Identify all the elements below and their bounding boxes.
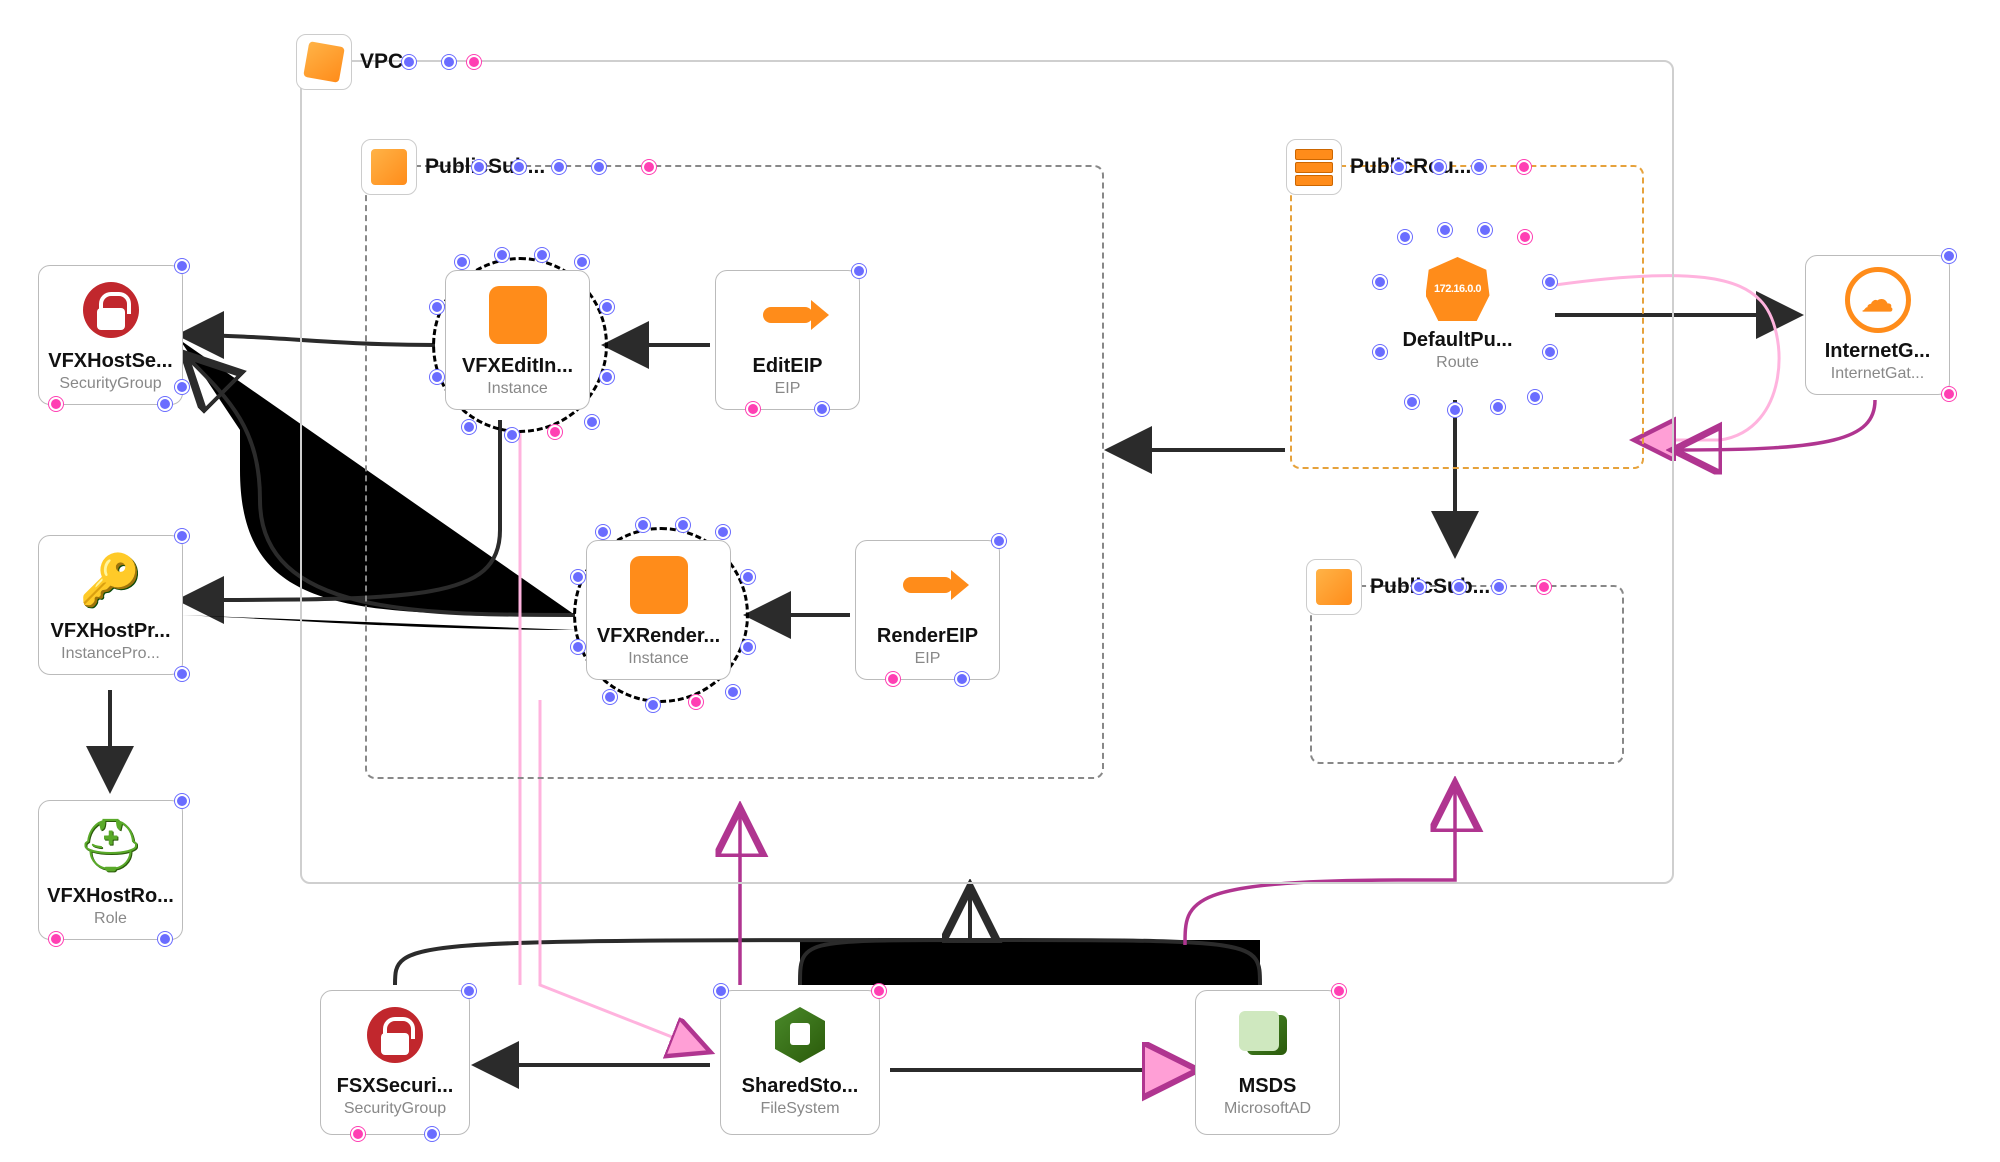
igw-icon: ☁: [1845, 267, 1911, 333]
node-title: MSDS: [1239, 1075, 1297, 1098]
node-default-public-route[interactable]: 172.16.0.0 DefaultPu... Route: [1385, 245, 1530, 385]
group-route-table-title: PublicRou...: [1350, 155, 1471, 179]
node-subtitle: EIP: [915, 650, 941, 668]
node-vfx-render-instance[interactable]: VFXRender... Instance: [586, 540, 731, 680]
node-subtitle: InternetGat...: [1831, 365, 1924, 383]
group-vpc-title: VPC: [360, 50, 403, 74]
lock-icon: [367, 1007, 423, 1063]
fsx-icon: [775, 1007, 825, 1063]
key-icon: 🔑: [79, 551, 141, 610]
node-subtitle: InstancePro...: [61, 645, 160, 663]
eip-icon: [763, 307, 813, 323]
node-title: InternetG...: [1825, 340, 1931, 363]
node-subtitle: Role: [94, 910, 127, 928]
route-icon: 172.16.0.0: [1426, 257, 1490, 321]
node-vfx-host-instance-profile[interactable]: 🔑 VFXHostPr... InstancePro...: [38, 535, 183, 675]
node-subtitle: SecurityGroup: [59, 375, 161, 393]
node-vfx-host-role[interactable]: ⛑ VFXHostRo... Role: [38, 800, 183, 940]
node-subtitle: SecurityGroup: [344, 1100, 446, 1118]
node-title: VFXHostPr...: [50, 620, 170, 643]
node-title: SharedSto...: [742, 1075, 859, 1098]
node-internet-gateway[interactable]: ☁ InternetG... InternetGat...: [1805, 255, 1950, 395]
ec2-icon: [489, 286, 547, 344]
node-title: DefaultPu...: [1402, 329, 1512, 352]
node-msds[interactable]: MSDS MicrosoftAD: [1195, 990, 1340, 1135]
subnet-icon: [1306, 559, 1362, 615]
node-subtitle: Instance: [487, 380, 547, 398]
node-subtitle: Route: [1436, 354, 1479, 372]
group-public-subnet-b[interactable]: PublicSub...: [1310, 585, 1624, 764]
node-title: VFXEditIn...: [462, 355, 573, 378]
diagram-canvas: VPC PublicSub... PublicRou... PublicSub.…: [0, 0, 2000, 1162]
eip-icon: [903, 577, 953, 593]
node-title: VFXHostSe...: [48, 350, 172, 373]
node-title: VFXRender...: [597, 625, 720, 648]
node-edit-eip[interactable]: EditEIP EIP: [715, 270, 860, 410]
helmet-icon: ⛑: [77, 815, 143, 876]
vpc-icon: [296, 34, 352, 90]
node-vfx-host-security-group[interactable]: VFXHostSe... SecurityGroup: [38, 265, 183, 405]
node-render-eip[interactable]: RenderEIP EIP: [855, 540, 1000, 680]
ec2-icon: [630, 556, 688, 614]
node-fsx-security-group[interactable]: FSXSecuri... SecurityGroup: [320, 990, 470, 1135]
node-subtitle: FileSystem: [760, 1100, 839, 1118]
node-title: EditEIP: [752, 355, 822, 378]
route-table-icon: [1286, 139, 1342, 195]
ad-icon: [1239, 1011, 1297, 1059]
node-subtitle: Instance: [628, 650, 688, 668]
node-subtitle: MicrosoftAD: [1224, 1100, 1311, 1118]
subnet-icon: [361, 139, 417, 195]
node-title: FSXSecuri...: [337, 1075, 454, 1098]
node-vfx-edit-instance[interactable]: VFXEditIn... Instance: [445, 270, 590, 410]
node-subtitle: EIP: [775, 380, 801, 398]
node-shared-storage[interactable]: SharedSto... FileSystem: [720, 990, 880, 1135]
group-subnet-b-title: PublicSub...: [1370, 575, 1490, 599]
lock-icon: [83, 282, 139, 338]
node-title: RenderEIP: [877, 625, 978, 648]
node-title: VFXHostRo...: [47, 885, 174, 908]
